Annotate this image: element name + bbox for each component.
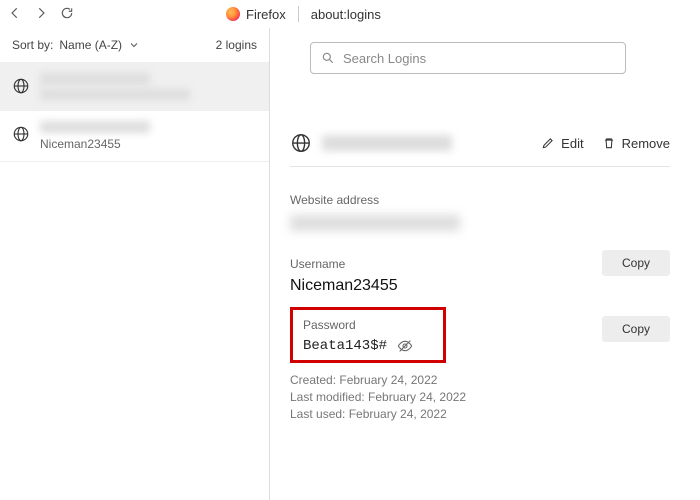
search-input[interactable]: Search Logins <box>310 42 626 74</box>
password-label: Password <box>303 318 433 332</box>
remove-button[interactable]: Remove <box>602 136 670 151</box>
tab-title: Firefox <box>246 7 286 22</box>
sort-dropdown[interactable]: Name (A-Z) <box>59 38 122 52</box>
browser-tab[interactable]: Firefox about:logins <box>226 6 381 22</box>
edit-button[interactable]: Edit <box>541 136 583 151</box>
login-item-username: Niceman23455 <box>40 137 150 151</box>
meta-used: Last used: February 24, 2022 <box>290 407 670 421</box>
login-list-item[interactable]: Niceman23455 <box>0 111 269 162</box>
username-label: Username <box>290 257 398 271</box>
search-placeholder: Search Logins <box>343 51 426 66</box>
login-detail: Search Logins Edit Remove Website addres… <box>270 28 700 500</box>
pencil-icon <box>541 136 555 150</box>
website-label: Website address <box>290 193 670 207</box>
meta-modified: Last modified: February 24, 2022 <box>290 390 670 404</box>
copy-password-button[interactable]: Copy <box>602 316 670 342</box>
eye-off-icon[interactable] <box>397 338 413 354</box>
browser-toolbar: Firefox about:logins <box>0 0 700 28</box>
login-list-item[interactable] <box>0 63 269 111</box>
firefox-icon <box>226 7 240 21</box>
copy-username-button[interactable]: Copy <box>602 250 670 276</box>
logins-sidebar: Sort by: Name (A-Z) 2 logins Niceman2345… <box>0 28 270 500</box>
login-title-redacted <box>322 135 452 151</box>
login-title-redacted <box>40 73 150 85</box>
back-icon[interactable] <box>8 6 22 23</box>
forward-icon[interactable] <box>34 6 48 23</box>
search-icon <box>321 51 335 65</box>
login-count: 2 logins <box>216 38 257 52</box>
password-highlight-box: Password Beata143$# <box>290 307 446 363</box>
trash-icon <box>602 136 616 150</box>
login-title-redacted <box>40 121 150 133</box>
reload-icon[interactable] <box>60 6 74 23</box>
globe-icon <box>290 132 312 154</box>
login-sub-redacted <box>40 89 190 100</box>
login-header: Edit Remove <box>290 132 670 167</box>
sort-label: Sort by: <box>12 38 53 52</box>
address-bar-text[interactable]: about:logins <box>311 7 381 22</box>
username-value: Niceman23455 <box>290 277 398 295</box>
sort-bar: Sort by: Name (A-Z) 2 logins <box>0 28 269 63</box>
chevron-down-icon <box>128 39 140 51</box>
login-meta: Created: February 24, 2022 Last modified… <box>290 373 670 421</box>
website-address-redacted <box>290 215 460 231</box>
meta-created: Created: February 24, 2022 <box>290 373 670 387</box>
password-value: Beata143$# <box>303 338 387 354</box>
globe-icon <box>12 77 30 95</box>
globe-icon <box>12 125 30 143</box>
